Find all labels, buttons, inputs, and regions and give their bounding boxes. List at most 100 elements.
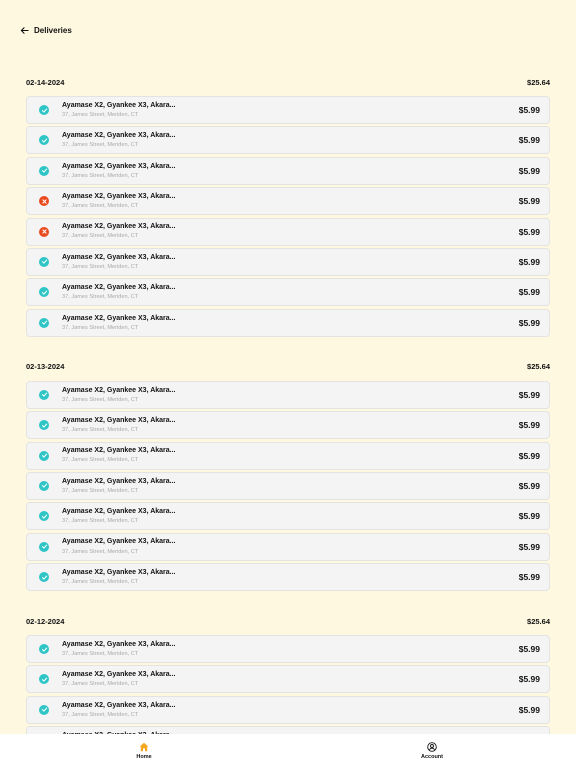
delivery-info: Ayamase X2, Gyankee X3, Akara... 37, Jame…: [62, 254, 519, 270]
delivery-info: Ayamase X2, Gyankee X3, Akara... 37, Jame…: [62, 102, 519, 118]
delivery-info: Ayamase X2, Gyankee X3, Akara... 37, Jame…: [62, 284, 519, 300]
delivery-price: $5.99: [518, 480, 540, 491]
delivery-title: Ayamase X2, Gyankee X3, Akara...: [62, 538, 176, 546]
delivery-address: 37, James Street, Meriden, CT: [62, 518, 139, 525]
delivery-title: Ayamase X2, Gyankee X3, Akara...: [62, 162, 176, 170]
check-icon: [41, 320, 47, 325]
delivery-info: Ayamase X2, Gyankee X3, Akara... 37, Jame…: [62, 193, 519, 209]
status-success-badge: [39, 480, 49, 491]
home-icon: [139, 742, 149, 752]
status-success-badge: [39, 644, 49, 655]
deliveries-screen: Deliveries 02-14-2024 $25.64 Ayamase X2, G…: [0, 0, 576, 768]
delivery-info: Ayamase X2, Gyankee X3, Akara... 37, Jame…: [62, 132, 519, 148]
delivery-title: Ayamase X2, Gyankee X3, Akara...: [62, 223, 176, 231]
delivery-info: Ayamase X2, Gyankee X3, Akara... 37, Jame…: [62, 702, 519, 718]
delivery-card[interactable]: Ayamase X2, Gyankee X3, Akara... 37, Jame…: [26, 502, 550, 531]
delivery-title: Ayamase X2, Gyankee X3, Akara...: [62, 701, 176, 709]
delivery-card[interactable]: Ayamase X2, Gyankee X3, Akara... 37, Jame…: [26, 278, 550, 307]
delivery-card[interactable]: Ayamase X2, Gyankee X3, Akara... 37, Jame…: [26, 156, 550, 185]
check-icon: [41, 514, 47, 519]
delivery-price: $5.99: [518, 450, 540, 461]
delivery-title: Ayamase X2, Gyankee X3, Akara...: [62, 568, 176, 576]
check-icon: [41, 544, 47, 549]
check-icon: [41, 290, 47, 295]
delivery-info: Ayamase X2, Gyankee X3, Akara... 37, Jame…: [62, 315, 519, 331]
tab-home-label: Home: [136, 754, 152, 760]
delivery-card[interactable]: Ayamase X2, Gyankee X3, Akara... 37, Jame…: [26, 247, 550, 276]
check-icon: [41, 260, 47, 265]
delivery-card[interactable]: Ayamase X2, Gyankee X3, Akara... 37, Jame…: [26, 380, 550, 409]
delivery-price: $5.99: [518, 317, 540, 328]
delivery-card[interactable]: Ayamase X2, Gyankee X3, Akara... 37, Jame…: [26, 471, 550, 500]
check-icon: [41, 707, 47, 712]
delivery-card[interactable]: Ayamase X2, Gyankee X3, Akara... 37, Jame…: [26, 96, 550, 124]
group-total: $25.64: [527, 616, 550, 626]
delivery-card[interactable]: Ayamase X2, Gyankee X3, Akara... 37, Jame…: [26, 187, 550, 216]
delivery-address: 37, James Street, Meriden, CT: [62, 396, 139, 403]
delivery-card[interactable]: Ayamase X2, Gyankee X3, Akara... 37, Jame…: [26, 563, 550, 592]
delivery-title: Ayamase X2, Gyankee X3, Akara...: [62, 508, 176, 516]
delivery-title: Ayamase X2, Gyankee X3, Akara...: [62, 386, 176, 394]
delivery-address: 37, James Street, Meriden, CT: [62, 487, 139, 494]
status-success-badge: [39, 256, 49, 267]
tab-account[interactable]: Account: [392, 742, 472, 760]
delivery-title: Ayamase X2, Gyankee X3, Akara...: [62, 416, 176, 424]
delivery-title: Ayamase X2, Gyankee X3, Akara...: [62, 132, 176, 140]
check-icon: [41, 423, 47, 428]
group-total: $25.64: [527, 77, 550, 87]
delivery-card[interactable]: Ayamase X2, Gyankee X3, Akara... 37, Jame…: [26, 308, 550, 337]
tab-home[interactable]: Home: [104, 742, 184, 760]
delivery-card[interactable]: Ayamase X2, Gyankee X3, Akara... 37, Jame…: [26, 635, 550, 664]
status-success-badge: [39, 420, 49, 431]
delivery-group: 02-13-2024 $25.64 Ayamase X2, Gyankee X3, …: [26, 359, 550, 592]
status-success-badge: [39, 287, 49, 298]
delivery-price: $5.99: [518, 287, 540, 298]
check-icon: [41, 453, 47, 458]
delivery-card[interactable]: Ayamase X2, Gyankee X3, Akara... 37, Jame…: [26, 411, 550, 440]
back-button[interactable]: Deliveries: [20, 26, 72, 35]
delivery-price: $5.99: [518, 644, 540, 655]
status-success-badge: [39, 450, 49, 461]
delivery-price: $5.99: [518, 704, 540, 715]
delivery-address: 37, James Street, Meriden, CT: [62, 111, 139, 118]
delivery-price: $5.99: [518, 165, 540, 176]
delivery-info: Ayamase X2, Gyankee X3, Akara... 37, Jame…: [62, 387, 519, 403]
delivery-address: 37, James Street, Meriden, CT: [62, 142, 139, 149]
status-failed-badge: [39, 226, 49, 237]
status-success-badge: [39, 105, 49, 115]
delivery-group: 02-14-2024 $25.64 Ayamase X2, Gyankee X3, …: [26, 74, 550, 337]
delivery-price: $5.99: [518, 572, 540, 583]
delivery-card[interactable]: Ayamase X2, Gyankee X3, Akara... 37, Jame…: [26, 665, 550, 694]
close-icon: [41, 229, 47, 234]
status-success-badge: [39, 572, 49, 583]
delivery-card[interactable]: Ayamase X2, Gyankee X3, Akara... 37, Jame…: [26, 532, 550, 561]
delivery-info: Ayamase X2, Gyankee X3, Akara... 37, Jame…: [62, 163, 519, 179]
delivery-info: Ayamase X2, Gyankee X3, Akara... 37, Jame…: [62, 671, 519, 687]
status-success-badge: [39, 511, 49, 522]
delivery-card[interactable]: Ayamase X2, Gyankee X3, Akara... 37, Jame…: [26, 217, 550, 246]
delivery-address: 37, James Street, Meriden, CT: [62, 578, 139, 585]
close-icon: [41, 199, 47, 204]
delivery-title: Ayamase X2, Gyankee X3, Akara...: [62, 284, 176, 292]
arrow-left-icon: [20, 27, 29, 34]
status-success-badge: [39, 317, 49, 328]
delivery-card[interactable]: Ayamase X2, Gyankee X3, Akara... 37, Jame…: [26, 695, 550, 724]
status-success-badge: [39, 389, 49, 400]
delivery-address: 37, James Street, Meriden, CT: [62, 426, 139, 433]
delivery-card[interactable]: Ayamase X2, Gyankee X3, Akara... 37, Jame…: [26, 441, 550, 470]
tab-bar: Home Account: [0, 734, 576, 768]
delivery-address: 37, James Street, Meriden, CT: [62, 172, 139, 179]
check-icon: [41, 677, 47, 682]
delivery-address: 37, James Street, Meriden, CT: [62, 457, 139, 464]
delivery-title: Ayamase X2, Gyankee X3, Akara...: [62, 101, 176, 109]
delivery-price: $5.99: [518, 256, 540, 267]
check-icon: [41, 138, 47, 143]
delivery-address: 37, James Street, Meriden, CT: [62, 324, 139, 331]
delivery-address: 37, James Street, Meriden, CT: [62, 650, 139, 657]
check-icon: [41, 168, 47, 173]
delivery-card[interactable]: Ayamase X2, Gyankee X3, Akara... 37, Jame…: [26, 126, 550, 155]
status-success-badge: [39, 704, 49, 715]
check-icon: [41, 392, 47, 397]
group-header: 02-14-2024 $25.64: [26, 74, 550, 90]
delivery-address: 37, James Street, Meriden, CT: [62, 294, 139, 301]
